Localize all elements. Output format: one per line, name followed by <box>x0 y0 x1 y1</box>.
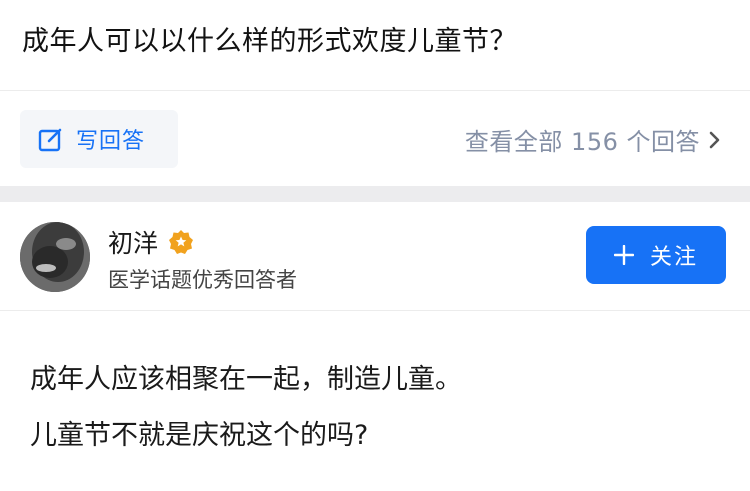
divider <box>0 310 750 311</box>
section-separator <box>0 186 750 202</box>
follow-button[interactable]: 关注 <box>586 226 726 284</box>
avatar[interactable] <box>20 222 90 292</box>
author-card: 初洋 医学话题优秀回答者 关注 <box>0 202 750 310</box>
write-answer-button[interactable]: 写回答 <box>20 110 178 168</box>
divider <box>0 90 750 91</box>
answer-line: 成年人应该相聚在一起，制造儿童。 <box>30 364 462 395</box>
plus-icon <box>613 245 634 265</box>
author-name-row: 初洋 <box>108 224 194 260</box>
author-description: 医学话题优秀回答者 <box>108 268 297 292</box>
chevron-right-icon <box>709 131 720 148</box>
view-all-answers-link[interactable]: 查看全部 156 个回答 <box>465 122 722 157</box>
avatar-image <box>20 222 90 292</box>
question-header: 成年人可以以什么样的形式欢度儿童节？ <box>22 20 730 70</box>
answer-content[interactable]: 成年人应该相聚在一起，制造儿童。 儿童节不就是庆祝这个的吗? <box>30 352 730 464</box>
author-name[interactable]: 初洋 <box>108 224 158 260</box>
edit-icon <box>38 128 62 152</box>
action-bar: 写回答 查看全部 156 个回答 <box>0 98 750 184</box>
view-all-label: 查看全部 156 个回答 <box>464 128 700 156</box>
write-answer-label: 写回答 <box>76 129 146 154</box>
question-title[interactable]: 成年人可以以什么样的形式欢度儿童节？ <box>22 20 730 64</box>
follow-label: 关注 <box>649 245 698 270</box>
answer-line: 儿童节不就是庆祝这个的吗? <box>30 420 369 451</box>
gold-badge-icon <box>169 230 194 254</box>
